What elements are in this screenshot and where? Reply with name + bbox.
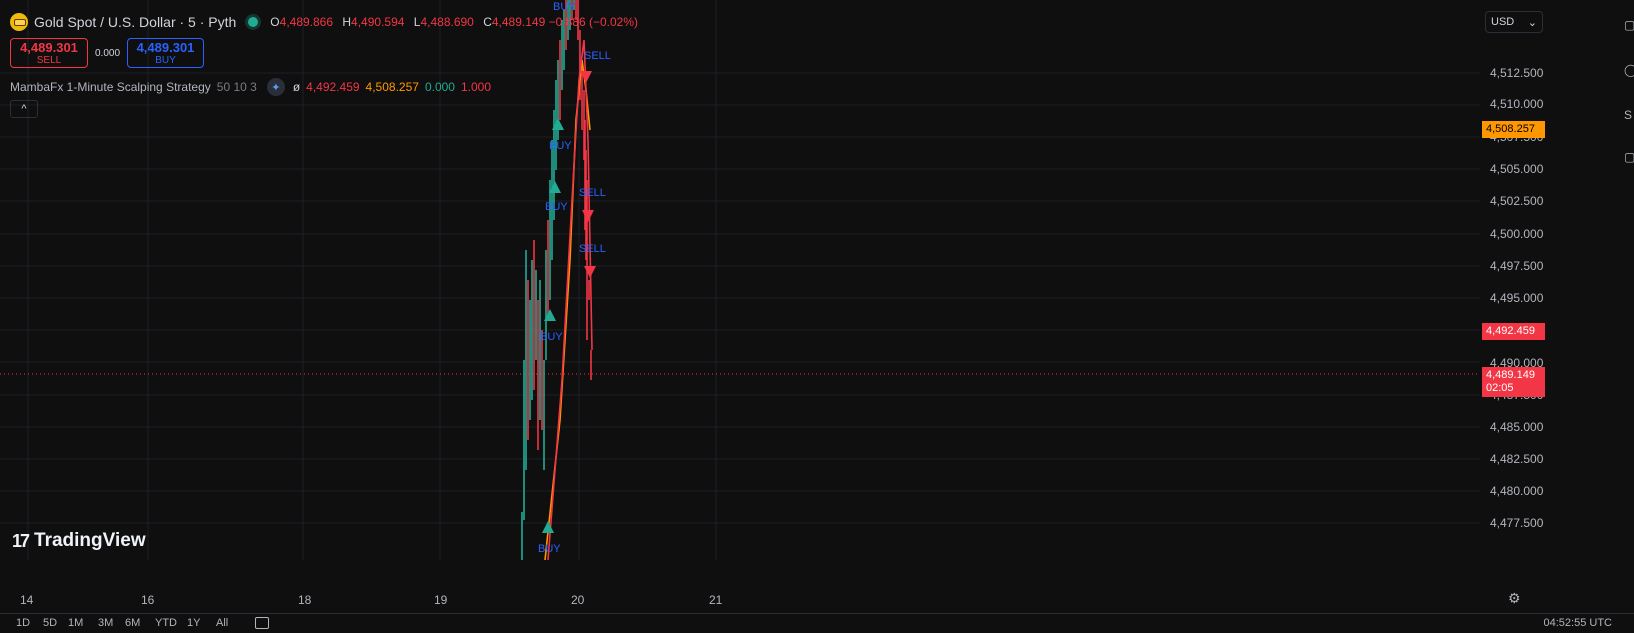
strategy-symbol: ø: [292, 80, 301, 94]
tradingview-logo[interactable]: 17 TradingView: [12, 530, 146, 552]
sell-signal-arrow: [584, 266, 596, 278]
price-tick: 4,505.000: [1490, 162, 1544, 176]
bottom-toolbar: [0, 613, 1634, 633]
signal-label: SELL: [579, 187, 606, 199]
price-tick: 4,485.000: [1490, 420, 1544, 434]
close-key: C: [483, 15, 492, 29]
low-value: 4,488.690: [420, 15, 474, 29]
open-key: O: [270, 15, 280, 29]
price-tick: 4,500.000: [1490, 227, 1544, 241]
price-axis[interactable]: [1545, 0, 1634, 585]
period-button-1y[interactable]: 1Y: [187, 617, 200, 629]
price-tick: 4,497.500: [1490, 259, 1544, 273]
strategy-value-2: 4,508.257: [365, 80, 419, 94]
utc-clock[interactable]: 04:52:55 UTC: [1544, 617, 1612, 629]
time-tick: 16: [141, 593, 155, 607]
period-button-3m[interactable]: 3M: [98, 617, 113, 629]
signal-label: BUY: [538, 543, 561, 555]
price-label-upper: 4,508.257: [1482, 121, 1545, 138]
price-tick: 4,502.500: [1490, 194, 1544, 208]
settings-gear-icon[interactable]: ⚙: [1508, 590, 1524, 606]
price-tick: 4,510.000: [1490, 97, 1544, 111]
strategy-value-1: 4,492.459: [306, 80, 360, 94]
period-button-1m[interactable]: 1M: [68, 617, 83, 629]
price-tick: 4,480.000: [1490, 484, 1544, 498]
gold-coin-icon: [10, 13, 28, 31]
ohlc-values: O4,489.866 H4,490.594 L4,488.690 C4,489.…: [270, 15, 644, 29]
high-key: H: [342, 15, 352, 29]
sell-button[interactable]: 4,489.301 SELL: [10, 38, 88, 68]
tradingview-mark-icon: 17: [12, 530, 30, 551]
toolbar-icon-3[interactable]: S: [1624, 108, 1632, 122]
toolbar-icon-1[interactable]: ▢: [1624, 18, 1634, 32]
strategy-value-3: 0.000: [424, 80, 455, 94]
time-tick: 19: [434, 593, 448, 607]
price-label-current: 4,489.149 02:05: [1482, 367, 1545, 397]
calendar-icon[interactable]: [255, 617, 269, 629]
close-value: 4,489.149 −0.886 (−0.02%): [491, 15, 638, 29]
sell-signal-arrow: [582, 210, 594, 222]
spread-value: 0.000: [95, 48, 121, 59]
price-tick: 4,477.500: [1490, 516, 1544, 530]
market-open-icon: [248, 17, 259, 27]
signal-label: SELL: [584, 50, 611, 62]
period-button-ytd[interactable]: YTD: [155, 617, 177, 629]
strategy-tester-icon[interactable]: ✦: [266, 78, 285, 96]
signal-label: BUY: [545, 201, 568, 213]
buy-label: BUY: [155, 55, 176, 66]
price-tick: 4,512.500: [1490, 66, 1544, 80]
currency-value: USD: [1491, 16, 1515, 28]
time-axis[interactable]: [0, 585, 1545, 613]
high-value: 4,490.594: [351, 15, 405, 29]
strategy-legend[interactable]: MambaFx 1-Minute Scalping Strategy 50 10…: [10, 78, 491, 96]
current-price: 4,489.149: [1486, 369, 1535, 381]
strategy-value-4: 1.000: [460, 80, 491, 94]
symbol-title[interactable]: Gold Spot / U.S. Dollar · 5 · Pyth: [34, 14, 236, 30]
toolbar-icon-4[interactable]: ▢: [1624, 150, 1634, 164]
price-label-middle: 4,492.459: [1482, 323, 1545, 340]
right-toolbar: [1622, 0, 1634, 632]
toolbar-icon-2[interactable]: ◯: [1624, 63, 1634, 77]
tradingview-wordmark: TradingView: [34, 530, 146, 551]
strategy-name[interactable]: MambaFx 1-Minute Scalping Strategy: [10, 80, 211, 94]
period-button-6m[interactable]: 6M: [125, 617, 140, 629]
collapse-legend-button[interactable]: ^: [10, 100, 38, 118]
sell-price: 4,489.301: [20, 40, 78, 55]
signal-label: SELL: [579, 243, 606, 255]
period-button-1d[interactable]: 1D: [16, 617, 30, 629]
chevron-down-icon: ⌄: [1527, 16, 1537, 29]
period-button-5d[interactable]: 5D: [43, 617, 57, 629]
buy-price: 4,489.301: [136, 40, 195, 55]
price-tick: 4,495.000: [1490, 291, 1544, 305]
price-tick: 4,482.500: [1490, 452, 1544, 466]
signal-label: BUY: [540, 331, 563, 343]
currency-select[interactable]: USD ⌄: [1485, 11, 1543, 33]
symbol-header: Gold Spot / U.S. Dollar · 5 · Pyth O4,48…: [10, 12, 644, 32]
time-tick: 18: [298, 593, 312, 607]
sell-label: SELL: [36, 55, 62, 66]
open-value: 4,489.866: [279, 15, 334, 29]
period-button-all[interactable]: All: [216, 617, 228, 629]
time-tick: 20: [571, 593, 585, 607]
bar-countdown: 02:05: [1486, 382, 1514, 394]
signal-label: BUY: [549, 140, 572, 152]
strategy-params: 50 10 3: [216, 80, 257, 94]
time-tick: 21: [709, 593, 723, 607]
time-tick: 14: [20, 593, 34, 607]
buy-button[interactable]: 4,489.301 BUY: [127, 38, 204, 68]
chevron-up-icon: ^: [21, 103, 27, 115]
